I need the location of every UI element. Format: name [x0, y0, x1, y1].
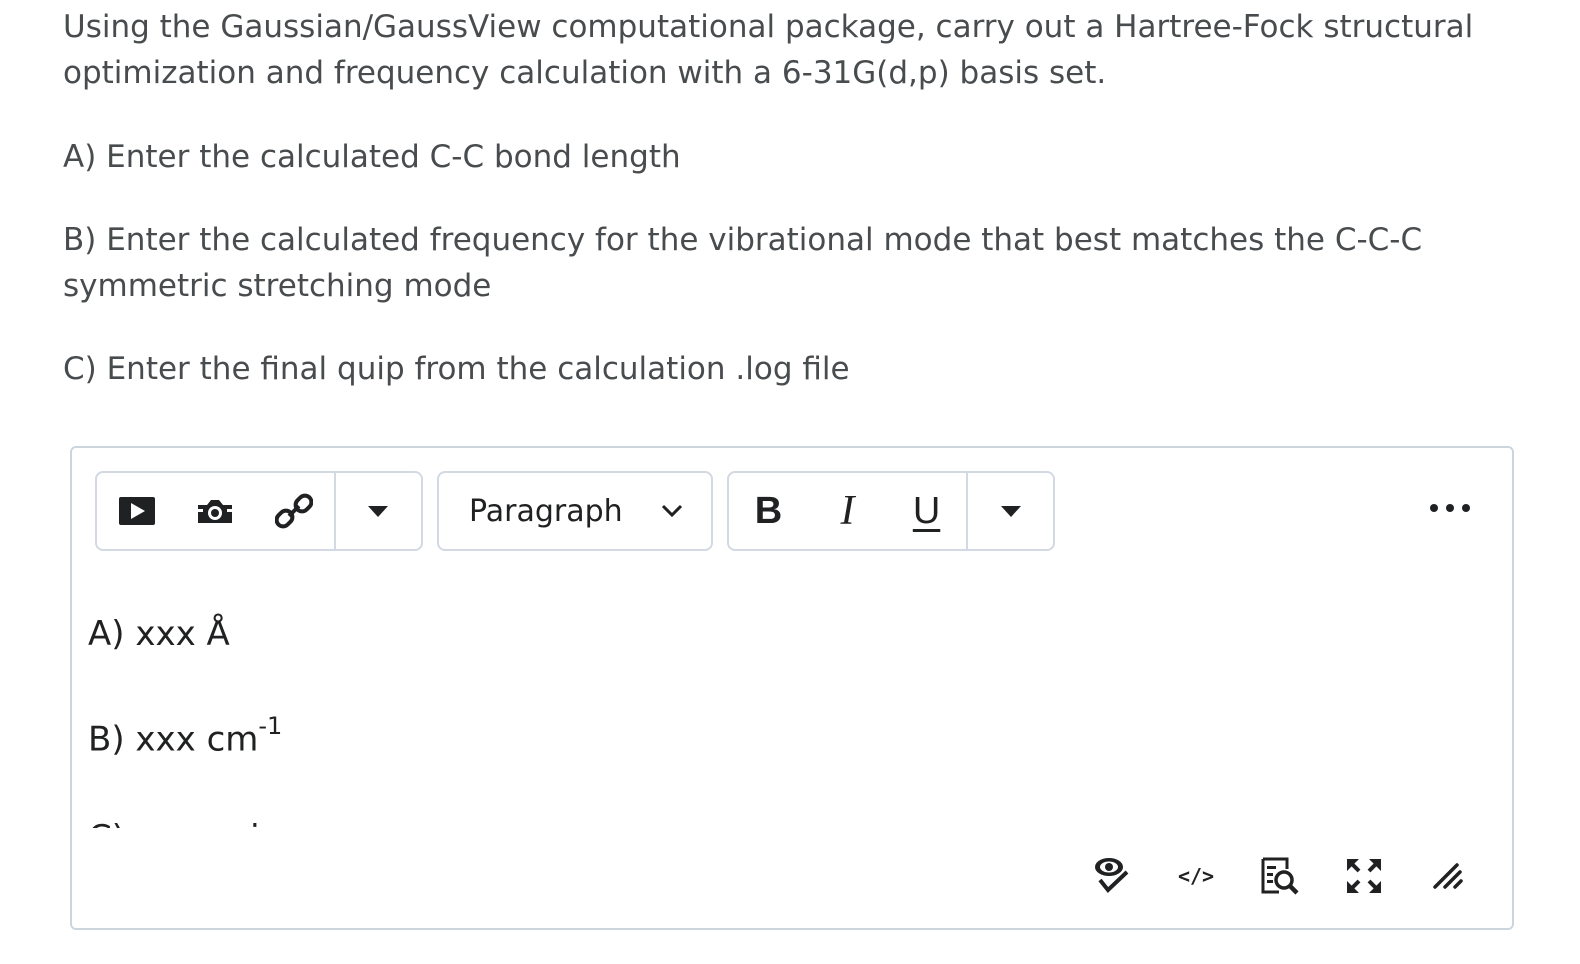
chevron-down-icon [661, 504, 683, 518]
answer-line-b-exponent: -1 [258, 712, 283, 740]
bold-button[interactable]: B [729, 473, 808, 549]
question-intro: Using the Gaussian/GaussView computation… [63, 9, 1474, 91]
answer-line-b: B) xxx cm-1 [88, 712, 282, 760]
underline-button[interactable]: U [887, 473, 966, 549]
caret-down-icon [368, 506, 389, 517]
preview-icon [1261, 857, 1299, 895]
accessibility-check-icon [1095, 858, 1129, 893]
text-style-toolbar-group: B I U [727, 471, 1055, 551]
resize-handle-icon [1433, 863, 1463, 889]
caret-down-icon [1000, 506, 1021, 517]
video-icon [118, 497, 155, 525]
editor-status-bar: </> [1070, 852, 1490, 900]
rich-text-editor[interactable]: Paragraph B I U A) xxx Å B) xxx cm-1 C) … [70, 446, 1514, 930]
answer-line-a: A) xxx Å [88, 614, 230, 654]
insert-video-button[interactable] [97, 473, 177, 549]
insert-image-button[interactable] [177, 473, 255, 549]
question-text: Using the Gaussian/GaussView computation… [63, 4, 1503, 387]
source-code-button[interactable]: </> [1154, 852, 1238, 900]
more-options-button[interactable] [1430, 496, 1470, 520]
italic-button[interactable]: I [808, 473, 887, 549]
editor-content-area[interactable]: A) xxx Å B) xxx cm-1 C) xxx quip [88, 596, 1488, 828]
fullscreen-icon [1347, 859, 1381, 893]
insert-link-button[interactable] [254, 473, 334, 549]
insert-more-dropdown[interactable] [333, 473, 421, 549]
resize-handle[interactable] [1406, 852, 1490, 900]
format-select[interactable]: Paragraph [437, 471, 713, 551]
text-style-more-dropdown[interactable] [966, 473, 1053, 549]
italic-label: I [840, 488, 855, 534]
link-icon [274, 493, 313, 529]
bold-label: B [754, 489, 783, 532]
answer-line-b-text: B) xxx cm [88, 719, 259, 760]
source-code-icon: </> [1177, 864, 1215, 888]
camera-icon [198, 500, 233, 523]
underline-label: U [912, 489, 941, 532]
fullscreen-button[interactable] [1322, 852, 1406, 900]
question-part-c: C) Enter the final quip from the calcula… [63, 351, 850, 387]
accessibility-check-button[interactable] [1070, 852, 1154, 900]
insert-toolbar-group [95, 471, 423, 551]
question-part-a: A) Enter the calculated C-C bond length [63, 139, 681, 175]
preview-button[interactable] [1238, 852, 1322, 900]
question-part-b: B) Enter the calculated frequency for th… [63, 222, 1423, 304]
ellipsis-icon [1430, 504, 1438, 512]
format-select-value: Paragraph [469, 493, 623, 529]
answer-line-c: C) xxx quip [88, 818, 281, 828]
